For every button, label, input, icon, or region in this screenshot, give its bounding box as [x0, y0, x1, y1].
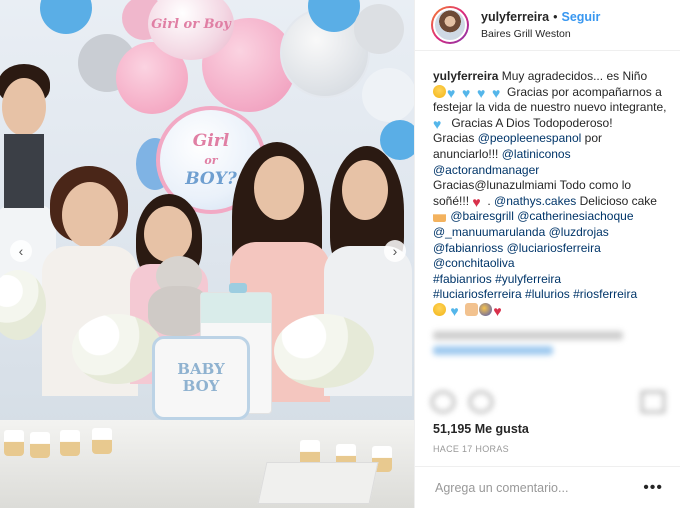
separator-dot: • — [553, 10, 558, 24]
baby-boy-sign: BABY BOY — [152, 336, 250, 420]
balloon — [354, 4, 404, 54]
flowers — [274, 314, 374, 388]
header-text: yulyferreira • Seguir Baires Grill Westo… — [481, 10, 600, 40]
mention-link[interactable]: @luzdrojas — [549, 225, 609, 239]
carousel-next-arrow[interactable]: › — [384, 240, 406, 262]
blue-heart-icon — [447, 87, 461, 100]
instagram-post: Girl or Boy Girl or BOY? BABY BOY ‹ › yu… — [0, 0, 680, 508]
blue-heart-icon — [492, 87, 506, 100]
caption-text: Muy agradecidos... es Niño — [501, 69, 648, 83]
comments-area: yulyferreira Muy agradecidos... es Niño … — [415, 51, 680, 412]
mention-link[interactable]: @peopleenespanol — [478, 131, 582, 145]
likes-count[interactable]: 51,195 Me gusta — [433, 422, 529, 436]
comment-box: ••• — [415, 466, 680, 508]
blurred-comments — [433, 330, 669, 355]
cookie-tray — [257, 462, 379, 504]
more-options-icon[interactable]: ••• — [643, 479, 663, 497]
red-heart-icon — [493, 305, 507, 318]
cupcake — [4, 430, 24, 456]
flowers — [72, 314, 162, 384]
mention-link[interactable]: @_manuumarulanda — [433, 225, 545, 239]
post-side-panel: yulyferreira • Seguir Baires Grill Westo… — [414, 0, 680, 508]
cupcake — [60, 430, 80, 456]
mention-link[interactable]: @conchitaoliva — [433, 256, 515, 270]
post-header: yulyferreira • Seguir Baires Grill Westo… — [415, 0, 680, 51]
comment-input[interactable] — [433, 479, 637, 496]
hashtag-link[interactable]: #fabianrios — [433, 272, 492, 286]
caption: yulyferreira Muy agradecidos... es Niño … — [433, 69, 669, 319]
cake-emoji-icon — [433, 209, 446, 223]
mention-link[interactable]: @actorandmanager — [433, 163, 539, 177]
mention-link[interactable]: @latiniconos — [502, 147, 571, 161]
hashtag-link[interactable]: #luciariosferreira — [433, 287, 522, 301]
blue-heart-icon — [477, 87, 491, 100]
globe-emoji-icon — [479, 302, 493, 316]
balloon — [362, 68, 414, 122]
mention-link[interactable]: @luciariosferreira — [507, 241, 601, 255]
action-bar — [415, 388, 680, 416]
hashtag-link[interactable]: #riosferreira — [573, 287, 637, 301]
blue-heart-icon — [450, 305, 464, 318]
blue-heart-icon — [433, 118, 447, 131]
location-link[interactable]: Baires Grill Weston — [481, 28, 600, 40]
caption-text: Gracias — [433, 131, 475, 146]
smile-emoji-icon — [433, 302, 446, 316]
mention-link[interactable]: @fabianrioss — [433, 241, 503, 255]
carousel-prev-arrow[interactable]: ‹ — [10, 240, 32, 262]
heart-icon[interactable] — [431, 391, 455, 413]
balloon — [40, 0, 92, 34]
username[interactable]: yulyferreira — [481, 10, 549, 24]
comment-icon[interactable] — [469, 391, 493, 413]
hashtag-link[interactable]: #lulurios — [525, 287, 570, 301]
hashtag-link[interactable]: #yulyferreira — [495, 272, 561, 286]
cupcake — [92, 428, 112, 454]
blue-heart-icon — [462, 87, 476, 100]
mention-link[interactable]: @nathys.cakes — [494, 194, 576, 208]
cupcake — [30, 432, 50, 458]
caption-text: Gracias A Dios Todopoderoso! — [451, 115, 613, 130]
user-row: yulyferreira • Seguir — [481, 10, 600, 24]
mention-link[interactable]: @bairesgrill — [450, 209, 514, 223]
follow-button[interactable]: Seguir — [562, 10, 601, 24]
caption-username[interactable]: yulyferreira — [433, 69, 498, 83]
caption-text: Delicioso cake — [579, 193, 657, 208]
smile-emoji-icon — [433, 84, 446, 98]
share-icon[interactable] — [641, 391, 665, 413]
post-timestamp[interactable]: HACE 17 HORAS — [433, 444, 509, 454]
red-heart-icon — [472, 196, 486, 209]
post-photo[interactable]: Girl or Boy Girl or BOY? BABY BOY ‹ › — [0, 0, 414, 508]
avatar[interactable] — [431, 6, 469, 44]
praying-hands-icon — [465, 302, 479, 316]
mention-link[interactable]: @catherinesiachoque — [517, 209, 633, 223]
